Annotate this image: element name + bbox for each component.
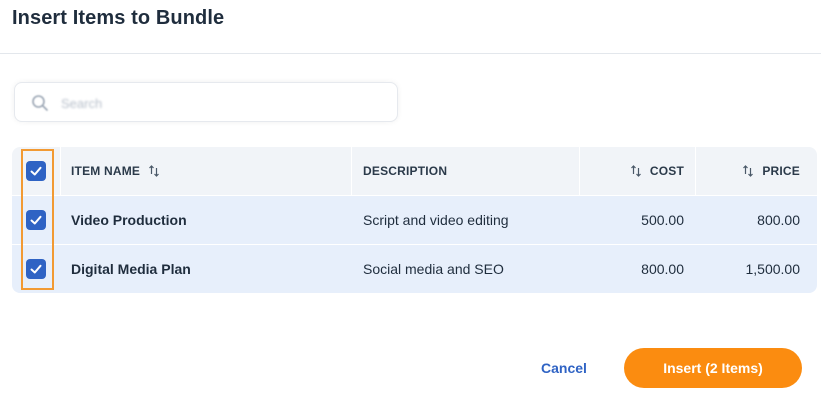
insert-button[interactable]: Insert (2 Items) xyxy=(624,348,802,388)
row-checkbox[interactable] xyxy=(26,210,46,230)
column-label-cost: COST xyxy=(649,164,684,178)
column-header-cost[interactable]: COST xyxy=(579,147,695,195)
table-row[interactable]: Video Production Script and video editin… xyxy=(12,196,817,244)
item-cost: 500.00 xyxy=(641,212,684,228)
cancel-button[interactable]: Cancel xyxy=(529,350,599,386)
column-header-item-name[interactable]: ITEM NAME xyxy=(60,147,351,195)
header-divider xyxy=(0,53,821,54)
table-header: ITEM NAME DESCRIPTION COST PRICE xyxy=(12,147,817,195)
check-icon xyxy=(30,166,42,176)
item-description: Social media and SEO xyxy=(363,261,504,277)
column-divider xyxy=(579,147,580,195)
item-name: Video Production xyxy=(71,212,187,228)
item-name: Digital Media Plan xyxy=(71,261,191,277)
search-icon xyxy=(31,94,49,112)
sort-arrows-icon[interactable] xyxy=(148,164,160,178)
check-icon xyxy=(30,215,42,225)
sort-arrows-icon[interactable] xyxy=(630,164,642,178)
column-header-price[interactable]: PRICE xyxy=(695,147,817,195)
item-description: Script and video editing xyxy=(363,212,509,228)
item-price: 800.00 xyxy=(757,212,800,228)
sort-arrows-icon[interactable] xyxy=(742,164,754,178)
column-divider xyxy=(695,147,696,195)
column-divider xyxy=(351,147,352,195)
column-label-item-name: ITEM NAME xyxy=(71,164,141,178)
column-header-description: DESCRIPTION xyxy=(351,147,579,195)
table-row[interactable]: Digital Media Plan Social media and SEO … xyxy=(12,245,817,293)
column-divider xyxy=(60,147,61,195)
search-box[interactable] xyxy=(14,82,398,122)
row-checkbox[interactable] xyxy=(26,259,46,279)
search-input[interactable] xyxy=(59,91,383,115)
check-icon xyxy=(30,264,42,274)
items-table: ITEM NAME DESCRIPTION COST PRICE Video P… xyxy=(12,147,817,293)
item-price: 1,500.00 xyxy=(745,261,801,277)
column-label-description: DESCRIPTION xyxy=(363,164,448,178)
select-all-checkbox[interactable] xyxy=(26,161,46,181)
item-cost: 800.00 xyxy=(641,261,684,277)
column-label-price: PRICE xyxy=(762,164,800,178)
dialog-title: Insert Items to Bundle xyxy=(12,7,225,29)
